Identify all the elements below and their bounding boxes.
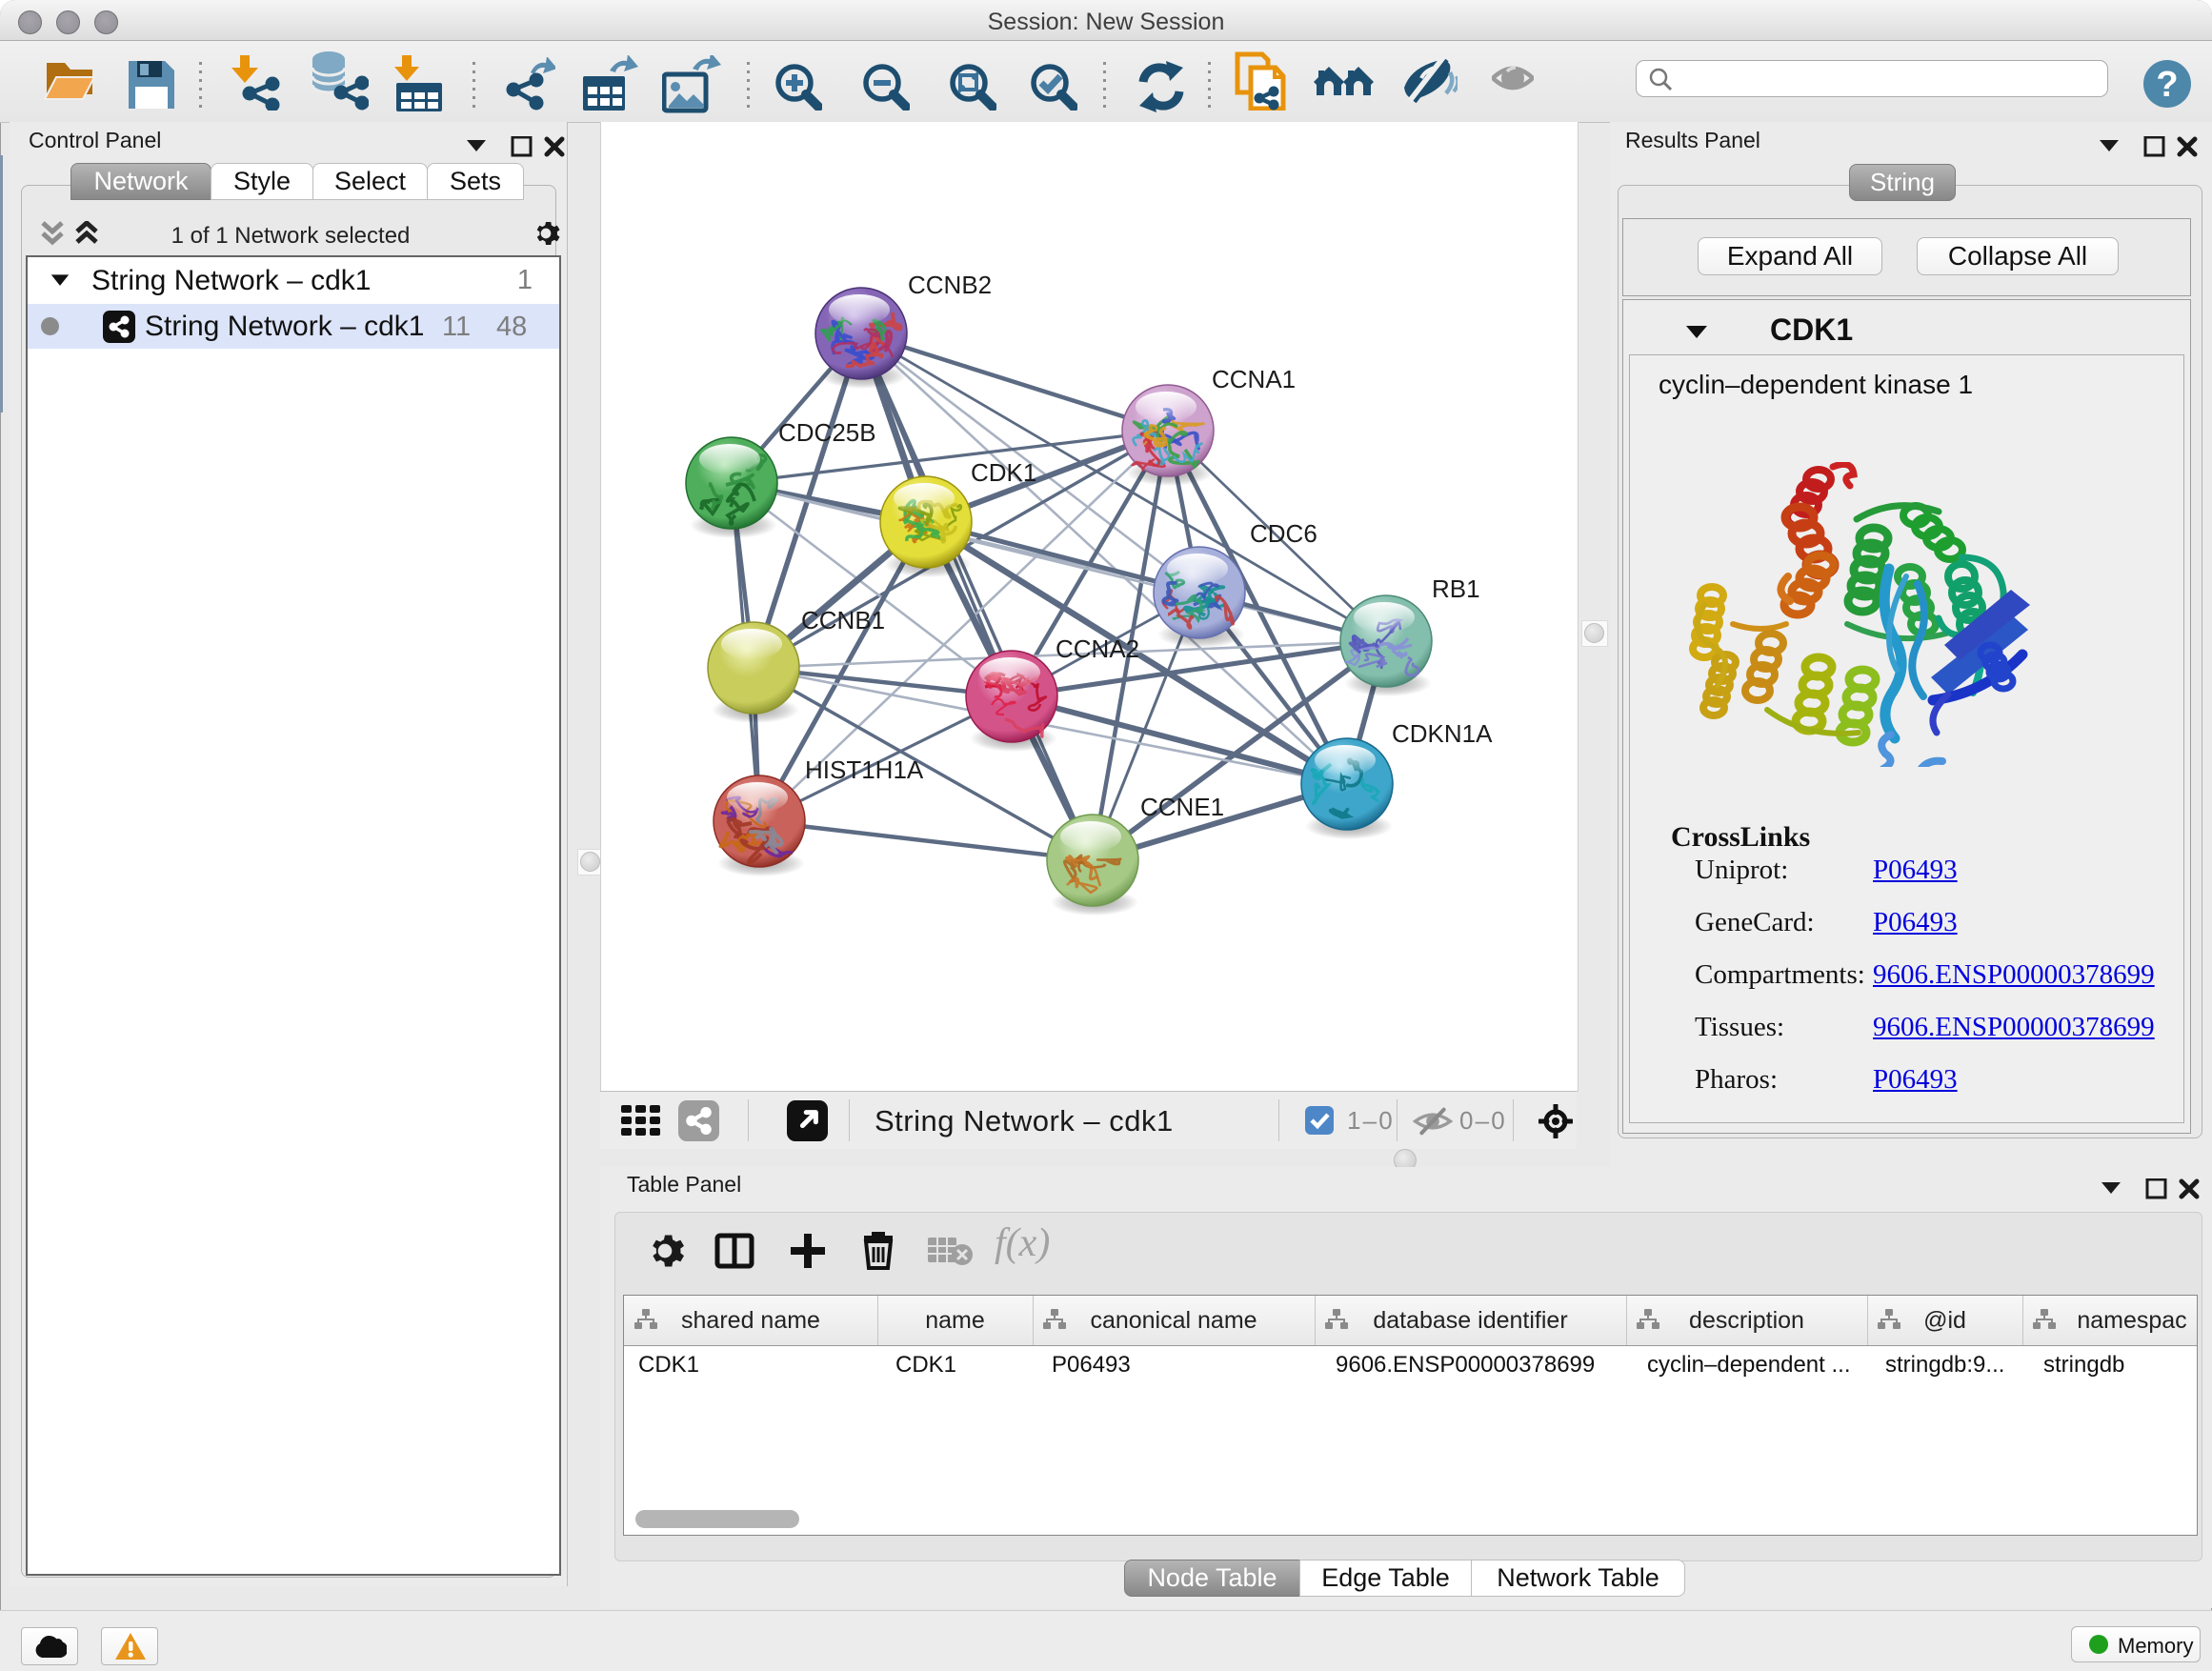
svg-text:RB1: RB1	[1432, 574, 1480, 603]
svg-text:CCNB1: CCNB1	[801, 606, 885, 634]
svg-text:CDC6: CDC6	[1250, 519, 1317, 548]
svg-text:CDK1: CDK1	[971, 458, 1036, 487]
svg-text:CDKN1A: CDKN1A	[1392, 719, 1493, 748]
svg-text:CCNA2: CCNA2	[1056, 634, 1139, 663]
svg-text:CCNB2: CCNB2	[908, 271, 992, 299]
svg-text:CCNA1: CCNA1	[1212, 365, 1296, 393]
svg-text:HIST1H1A: HIST1H1A	[805, 755, 924, 784]
svg-text:CDC25B: CDC25B	[778, 418, 876, 447]
svg-text:CCNE1: CCNE1	[1140, 793, 1224, 821]
svg-text:?: ?	[2156, 65, 2178, 105]
